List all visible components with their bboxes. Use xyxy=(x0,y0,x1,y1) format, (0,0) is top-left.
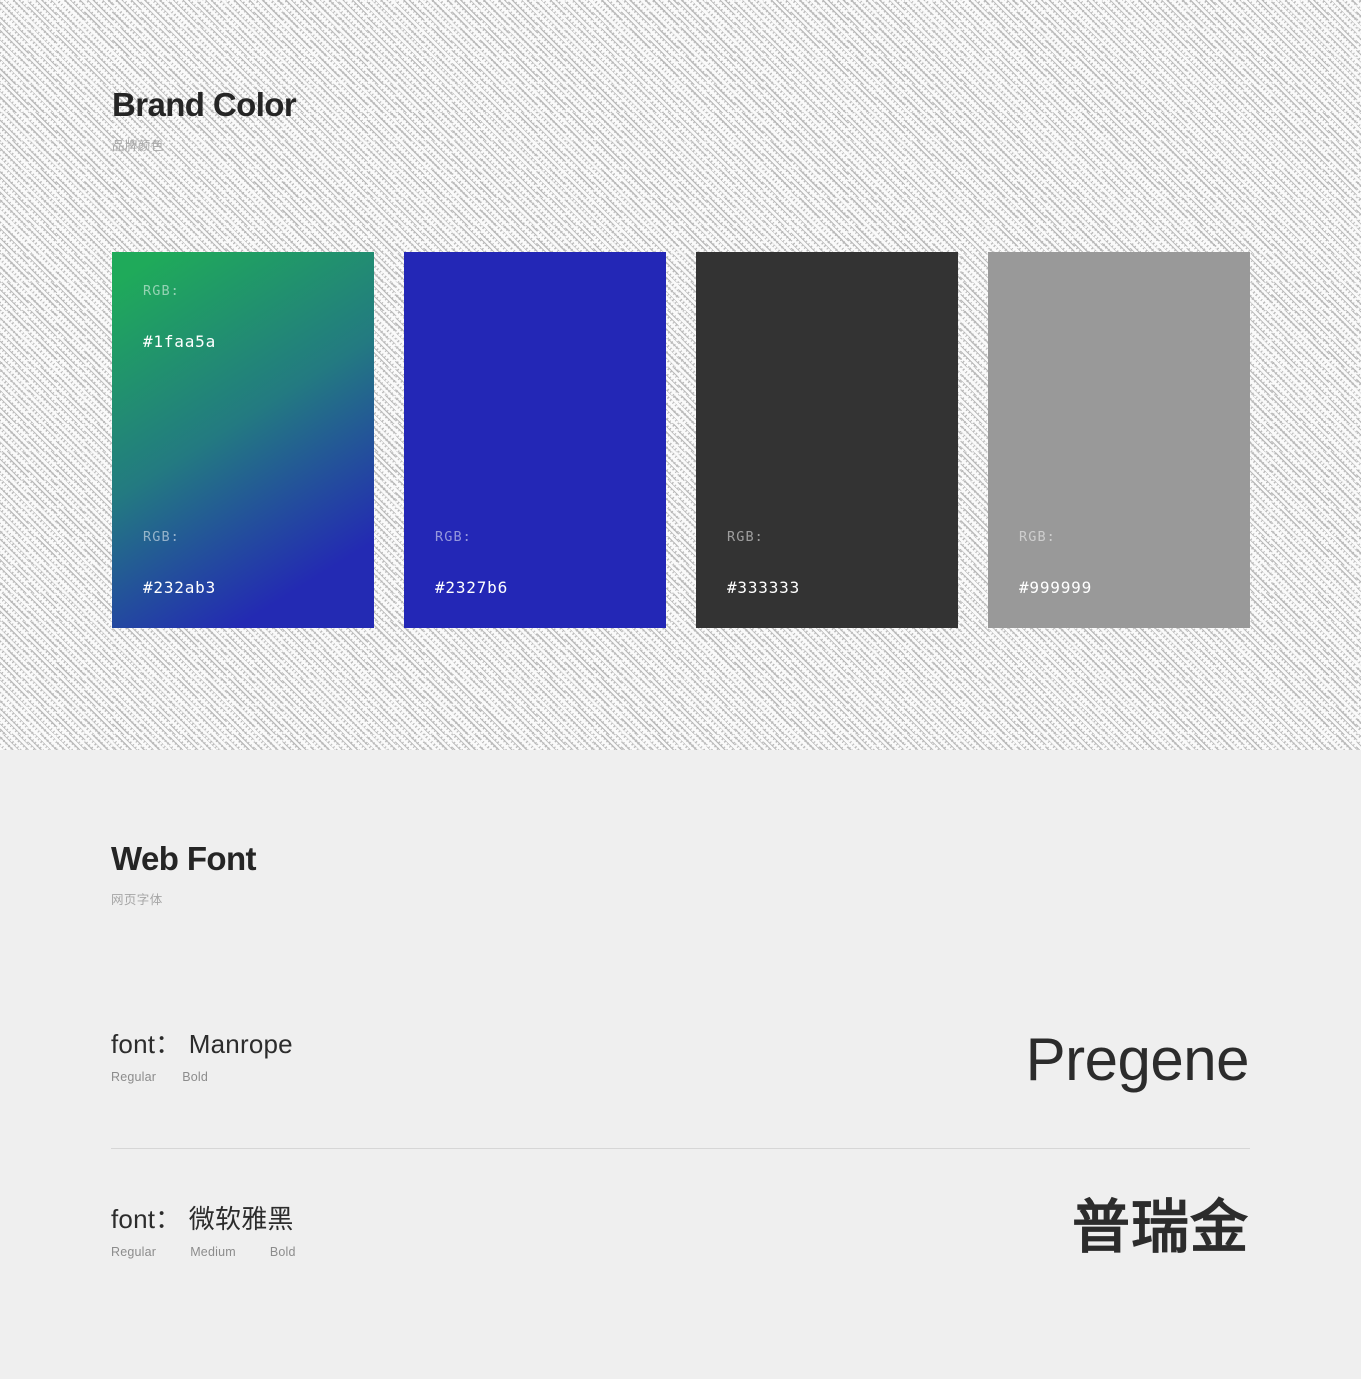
rgb-label: RGB: xyxy=(727,529,764,545)
color-swatch-primary-gradient[interactable]: RGB: #1faa5a RGB: #232ab3 xyxy=(112,252,374,628)
rgb-label: RGB: xyxy=(435,529,472,545)
font-weight-item: Regular xyxy=(111,1069,157,1084)
color-swatch-neutral-dark[interactable]: RGB: #333333 xyxy=(696,252,958,628)
page-subtitle: 品牌颜色 xyxy=(112,138,164,153)
rgb-label: RGB: xyxy=(143,529,180,545)
font-row-cjk-info: font： 微软雅黑 Regular Medium Bold xyxy=(111,1204,296,1259)
font-weight-item: Medium xyxy=(190,1244,236,1259)
brand-color-heading-block: Brand Color 品牌颜色 xyxy=(112,86,297,154)
rgb-value: #1faa5a xyxy=(143,331,217,351)
brand-wordmark-cjk: 普瑞金 xyxy=(1071,1195,1249,1260)
font-row-latin-info: font： Manrope Regular Bold xyxy=(111,1029,293,1084)
brand-color-section: Brand Color 品牌颜色 RGB: #1faa5a RGB: #232a… xyxy=(0,0,1361,750)
font-weight-item: Regular xyxy=(111,1244,157,1259)
section-subtitle: 网页字体 xyxy=(111,892,163,907)
rgb-label: RGB: xyxy=(1019,529,1056,545)
rgb-value: #2327b6 xyxy=(435,577,509,597)
rgb-label: RGB: xyxy=(143,283,180,299)
swatch-entry-bottom: RGB: #999999 xyxy=(1019,529,1093,597)
font-row-cjk-sample: 普瑞金 xyxy=(1072,1199,1249,1257)
page-title: Brand Color xyxy=(112,86,297,123)
font-weight-list: Regular Medium Bold xyxy=(111,1245,296,1259)
brand-wordmark-latin: Pregene xyxy=(1025,1026,1250,1093)
section-title: Web Font xyxy=(111,840,257,877)
color-swatch-neutral-gray[interactable]: RGB: #999999 xyxy=(988,252,1250,628)
font-weight-list: Regular Bold xyxy=(111,1070,293,1084)
rgb-value: #333333 xyxy=(727,577,801,597)
rgb-value: #232ab3 xyxy=(143,577,217,597)
font-rows-divider xyxy=(111,1148,1250,1149)
swatch-entry-top: RGB: #1faa5a xyxy=(143,283,217,351)
color-swatch-row: RGB: #1faa5a RGB: #232ab3 RGB: #2327b6 R… xyxy=(112,252,1250,628)
font-name-label: font： 微软雅黑 xyxy=(111,1204,294,1234)
font-row-latin-sample: Pregene xyxy=(1025,1026,1250,1093)
swatch-entry-bottom: RGB: #232ab3 xyxy=(143,529,217,597)
swatch-entry-bottom: RGB: #2327b6 xyxy=(435,529,509,597)
swatch-entry-bottom: RGB: #333333 xyxy=(727,529,801,597)
rgb-value: #999999 xyxy=(1019,577,1093,597)
web-font-heading-block: Web Font 网页字体 xyxy=(111,840,257,908)
font-weight-item: Bold xyxy=(269,1244,296,1259)
font-row-latin: font： Manrope Regular Bold Pregene xyxy=(0,1026,1361,1150)
font-name-label: font： Manrope xyxy=(111,1029,293,1059)
font-row-cjk: font： 微软雅黑 Regular Medium Bold 普瑞金 xyxy=(0,1199,1361,1325)
font-weight-item: Bold xyxy=(182,1069,209,1084)
color-swatch-brand-blue[interactable]: RGB: #2327b6 xyxy=(404,252,666,628)
